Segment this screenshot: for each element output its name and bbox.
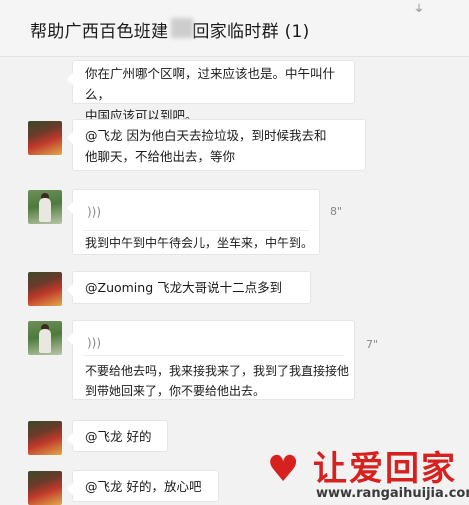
message-bubble[interactable]: 你在广州哪个区啊，过来应该也是。中午叫什么， 中国应该可以到吧。 — [67, 60, 355, 123]
divider — [83, 230, 309, 231]
voice-message[interactable]: ))) 我到中午到中午待会儿，坐车来，中午到。 — [67, 189, 320, 255]
voice-duration: 8" — [330, 205, 343, 218]
voice-transcript-line: 到带她回来了，你不要给他出去。 — [85, 384, 266, 398]
redacted-name — [171, 18, 193, 38]
heart-icon: ♥ — [267, 449, 300, 490]
avatar[interactable] — [28, 471, 62, 505]
message-text: @飞龙 因为他白天去捡垃圾，到时候我去和 — [85, 128, 327, 143]
watermark-logo: ♥ 让爱回家 www.rangaihuijia.com — [258, 448, 469, 504]
watermark-url: www.rangaihuijia.com — [316, 486, 469, 501]
watermark-text: 让爱回家 — [313, 449, 457, 489]
voice-transcript-line: 不要给他去吗，我来接我来了，我到了我直接接他 — [85, 364, 350, 378]
avatar[interactable] — [28, 321, 62, 355]
voice-message[interactable]: ))) 不要给他去吗，我来接我来了，我到了我直接接他 到带她回来了，你不要给他出… — [67, 320, 355, 401]
message-bubble[interactable]: @飞龙 好的，放心吧 — [67, 470, 219, 502]
divider — [83, 355, 344, 356]
message-bubble[interactable]: @Zuoming 飞龙大哥说十二点多到 — [67, 271, 311, 304]
voice-icon: ))) — [87, 205, 102, 219]
message-bubble[interactable]: @飞龙 因为他白天去捡垃圾，到时候我去和 他聊天，不给他出去，等你 — [67, 119, 366, 171]
chat-header: 帮助广西百色班建 回家临时群 (1) ⏚ — [0, 0, 469, 57]
pin-icon[interactable]: ⏚ — [414, 0, 424, 15]
message-text: @Zuoming 飞龙大哥说十二点多到 — [85, 280, 283, 295]
chat-title[interactable]: 帮助广西百色班建 回家临时群 (1) — [30, 17, 310, 42]
message-text: @飞龙 好的 — [85, 429, 152, 444]
message-text: @飞龙 好的，放心吧 — [85, 479, 202, 494]
message-text: 你在广州哪个区啊，过来应该也是。中午叫什么， — [85, 66, 336, 102]
avatar[interactable] — [28, 190, 62, 224]
voice-icon: ))) — [87, 336, 102, 350]
avatar[interactable] — [28, 421, 62, 455]
avatar[interactable] — [28, 121, 62, 155]
voice-duration: 7" — [366, 338, 379, 351]
voice-transcript: 不要给他去吗，我来接我来了，我到了我直接接他 到带她回来了，你不要给他出去。 — [85, 361, 349, 401]
message-text: 他聊天，不给他出去，等你 — [85, 149, 236, 164]
voice-transcript: 我到中午到中午待会儿，坐车来，中午到。 — [85, 236, 314, 250]
message-bubble[interactable]: @飞龙 好的 — [67, 420, 168, 452]
avatar[interactable] — [28, 272, 62, 306]
